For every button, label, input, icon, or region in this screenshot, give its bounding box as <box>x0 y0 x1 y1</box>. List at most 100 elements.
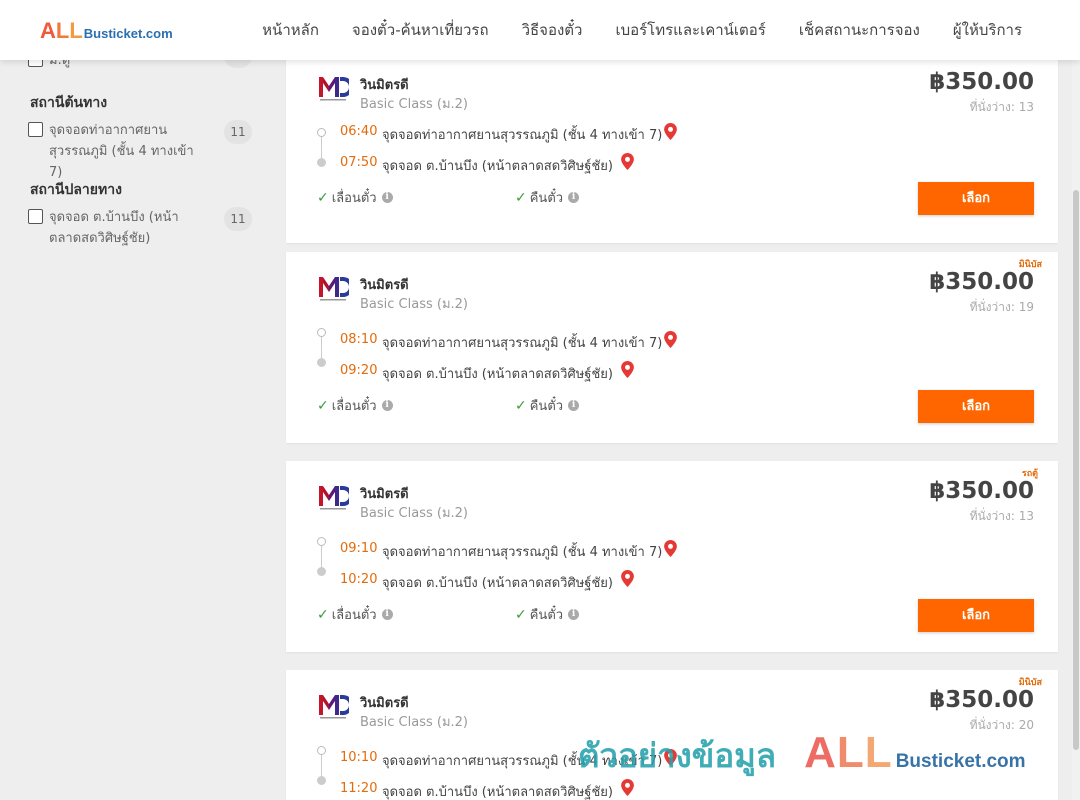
arrival-dot-icon <box>317 567 326 576</box>
checkbox[interactable] <box>28 122 43 137</box>
departure-place: จุดจอดท่าอากาศยานสุวรรณภูมิ (ชั้น 4 ทางเ… <box>382 128 663 143</box>
map-pin-icon[interactable] <box>664 331 677 348</box>
check-icon: ✓ <box>317 397 329 414</box>
departure-time: 10:10 <box>340 750 378 765</box>
reschedule-option: ✓ เลื่อนตั๋ว i <box>317 395 393 416</box>
site-logo[interactable]: ALL Busticket.com <box>40 18 173 44</box>
logo-brand: ALL <box>40 18 83 43</box>
map-pin-icon[interactable] <box>621 570 634 587</box>
refund-option: ✓ คืนตั๋ว i <box>515 395 580 416</box>
refund-option: ✓ คืนตั๋ว i <box>515 604 580 625</box>
trip-price: ฿350.00 <box>929 687 1034 713</box>
filter-label: จุดจอดท่าอากาศยานสุวรรณภูมิ (ชั้น 4 ทางเ… <box>49 123 194 180</box>
map-pin-icon[interactable] <box>664 123 677 140</box>
filter-item-origin[interactable]: จุดจอดท่าอากาศยานสุวรรณภูมิ (ชั้น 4 ทางเ… <box>28 120 258 183</box>
map-pin-icon[interactable] <box>621 153 634 170</box>
refund-label: คืนตั๋ว <box>529 399 564 414</box>
reschedule-option: ✓ เลื่อนตั๋ว i <box>317 604 393 625</box>
map-pin-icon[interactable] <box>621 779 634 796</box>
arrival-place: จุดจอด ต.บ้านบึง (หน้าตลาดสดวิศิษฐ์ชัย) <box>382 159 613 174</box>
check-icon: ✓ <box>317 189 329 206</box>
select-trip-button[interactable]: เลือก <box>918 390 1034 423</box>
operator-logo-icon <box>319 486 349 510</box>
info-icon[interactable]: i <box>568 609 580 620</box>
check-icon: ✓ <box>515 606 527 623</box>
info-icon[interactable]: i <box>568 192 580 203</box>
info-icon[interactable]: i <box>568 400 580 411</box>
trip-card: วินมิตรดี Basic Class (ม.2) ฿350.00 ที่น… <box>286 52 1058 243</box>
operator-logo-icon <box>319 277 349 301</box>
select-trip-button[interactable]: เลือก <box>918 182 1034 215</box>
trip-price: ฿350.00 <box>929 269 1034 295</box>
refund-label: คืนตั๋ว <box>529 191 564 206</box>
nav-how-to-book[interactable]: วิธีจองตั๋ว <box>522 18 583 42</box>
destination-filter-title: สถานีปลายทาง <box>30 182 122 198</box>
seats-available: ที่นั่งว่าง: 19 <box>969 300 1034 314</box>
map-pin-icon[interactable] <box>664 540 677 557</box>
departure-place: จุดจอดท่าอากาศยานสุวรรณภูมิ (ชั้น 4 ทางเ… <box>382 545 663 560</box>
filter-count: 11 <box>224 207 252 231</box>
nav-check-booking[interactable]: เช็คสถานะการจอง <box>799 18 920 42</box>
check-icon: ✓ <box>317 606 329 623</box>
departure-time: 09:10 <box>340 541 378 556</box>
filter-count: 11 <box>224 120 252 144</box>
operator-logo-icon <box>319 77 349 101</box>
bus-class: Basic Class (ม.2) <box>360 97 468 112</box>
refund-option: ✓ คืนตั๋ว i <box>515 187 580 208</box>
select-trip-button[interactable]: เลือก <box>918 599 1034 632</box>
nav-contact-counters[interactable]: เบอร์โทรและเคาน์เตอร์ <box>615 18 765 42</box>
info-icon[interactable]: i <box>381 192 393 203</box>
check-icon: ✓ <box>515 397 527 414</box>
bus-class: Basic Class (ม.2) <box>360 297 468 312</box>
departure-place: จุดจอดท่าอากาศยานสุวรรณภูมิ (ชั้น 4 ทางเ… <box>382 336 663 351</box>
refund-label: คืนตั๋ว <box>529 608 564 623</box>
arrival-time: 11:20 <box>340 781 378 796</box>
operator-name: วินมิตรดี <box>360 78 409 93</box>
origin-filter-title: สถานีต้นทาง <box>30 95 108 111</box>
reschedule-option: ✓ เลื่อนตั๋ว i <box>317 187 393 208</box>
info-icon[interactable]: i <box>381 400 393 411</box>
trip-card: วินมิตรดี Basic Class (ม.2) มินิบัส ฿350… <box>286 252 1058 443</box>
seats-available: ที่นั่งว่าง: 13 <box>969 100 1034 114</box>
filter-item-destination[interactable]: จุดจอด ต.บ้านบึง (หน้าตลาดสดวิศิษฐ์ชัย) … <box>28 207 258 249</box>
departure-time: 08:10 <box>340 332 378 347</box>
departure-place: จุดจอดท่าอากาศยานสุวรรณภูมิ (ชั้น 4 ทางเ… <box>382 754 663 769</box>
map-pin-icon[interactable] <box>621 361 634 378</box>
main-nav: หน้าหลัก จองตั๋ว-ค้นหาเที่ยวรถ วิธีจองตั… <box>229 0 1022 60</box>
trip-card: วินมิตรดี Basic Class (ม.2) รถตู้ ฿350.0… <box>286 461 1058 652</box>
trip-price: ฿350.00 <box>929 478 1034 504</box>
filter-label: จุดจอด ต.บ้านบึง (หน้าตลาดสดวิศิษฐ์ชัย) <box>49 210 179 246</box>
bus-class: Basic Class (ม.2) <box>360 715 468 730</box>
map-pin-icon[interactable] <box>664 749 677 766</box>
arrival-time: 07:50 <box>340 155 378 170</box>
departure-dot-icon <box>317 537 326 546</box>
reschedule-label: เลื่อนตั๋ว <box>331 608 377 623</box>
arrival-time: 10:20 <box>340 572 378 587</box>
trip-price: ฿350.00 <box>929 69 1034 95</box>
seats-available: ที่นั่งว่าง: 20 <box>969 718 1034 732</box>
operator-logo-icon <box>319 695 349 719</box>
nav-operators[interactable]: ผู้ให้บริการ <box>953 18 1022 42</box>
check-icon: ✓ <box>515 189 527 206</box>
nav-book-search[interactable]: จองตั๋ว-ค้นหาเที่ยวรถ <box>352 18 489 42</box>
operator-name: วินมิตรดี <box>360 696 409 711</box>
departure-dot-icon <box>317 746 326 755</box>
arrival-place: จุดจอด ต.บ้านบึง (หน้าตลาดสดวิศิษฐ์ชัย) <box>382 367 613 382</box>
nav-home[interactable]: หน้าหลัก <box>262 18 319 42</box>
seats-available: ที่นั่งว่าง: 13 <box>969 509 1034 523</box>
info-icon[interactable]: i <box>381 609 393 620</box>
checkbox[interactable] <box>28 209 43 224</box>
arrival-dot-icon <box>317 776 326 785</box>
reschedule-label: เลื่อนตั๋ว <box>331 399 377 414</box>
arrival-dot-icon <box>317 358 326 367</box>
departure-time: 06:40 <box>340 124 378 139</box>
page-scrollbar[interactable] <box>1072 60 1080 800</box>
departure-dot-icon <box>317 128 326 137</box>
operator-name: วินมิตรดี <box>360 278 409 293</box>
scrollbar-thumb[interactable] <box>1073 190 1079 750</box>
trip-card: วินมิตรดี Basic Class (ม.2) มินิบัส ฿350… <box>286 670 1058 800</box>
arrival-place: จุดจอด ต.บ้านบึง (หน้าตลาดสดวิศิษฐ์ชัย) <box>382 576 613 591</box>
arrival-dot-icon <box>317 158 326 167</box>
arrival-place: จุดจอด ต.บ้านบึง (หน้าตลาดสดวิศิษฐ์ชัย) <box>382 785 613 800</box>
reschedule-label: เลื่อนตั๋ว <box>331 191 377 206</box>
